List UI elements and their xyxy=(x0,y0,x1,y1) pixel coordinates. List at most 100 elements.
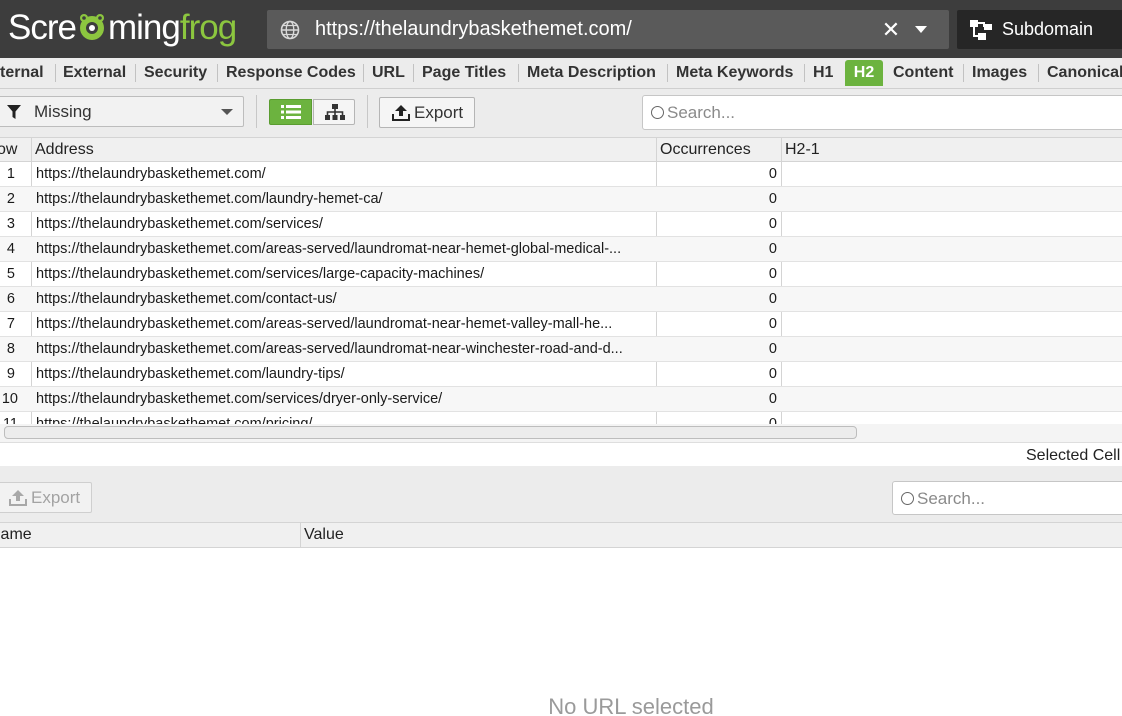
horizontal-scrollbar[interactable] xyxy=(0,424,1122,442)
tab-divider xyxy=(518,64,519,82)
occurrences-cell: 0 xyxy=(768,216,777,232)
upload-icon xyxy=(392,105,410,121)
tab-images[interactable]: Images xyxy=(967,60,1032,86)
chevron-down-icon[interactable] xyxy=(915,26,927,33)
tab-meta-description[interactable]: Meta Description xyxy=(522,60,661,86)
table-header: ow Address Occurrences H2-1 xyxy=(0,137,1122,162)
table-row[interactable]: 3 https://thelaundrybaskethemet.com/serv… xyxy=(0,212,1122,237)
h2-cell xyxy=(786,237,1116,261)
occurrences-cell: 0 xyxy=(768,241,777,257)
h2-cell xyxy=(786,262,1116,286)
row-number: 5 xyxy=(6,266,15,282)
tab-canonical[interactable]: Canonical xyxy=(1042,60,1122,86)
crawl-mode-button[interactable]: Subdomain xyxy=(957,10,1122,49)
scrollbar-thumb[interactable] xyxy=(4,426,857,439)
filter-icon xyxy=(7,105,21,119)
toolbar-divider xyxy=(256,95,257,128)
h2-cell xyxy=(786,162,1116,186)
h2-cell xyxy=(786,387,1116,411)
tab-divider xyxy=(963,64,964,82)
table-toolbar: Missing Export xyxy=(0,89,1122,137)
column-header-name[interactable]: lame xyxy=(0,523,287,547)
column-divider xyxy=(300,523,301,548)
tab-h1[interactable]: H1 xyxy=(808,60,838,86)
tab-divider xyxy=(363,64,364,82)
globe-icon xyxy=(280,20,300,40)
address-cell: https://thelaundrybaskethemet.com/ xyxy=(36,166,266,182)
tree-view-button[interactable] xyxy=(313,99,355,125)
details-export-label: Export xyxy=(31,488,81,507)
tab-meta-keywords[interactable]: Meta Keywords xyxy=(671,60,798,86)
occurrences-cell: 0 xyxy=(768,191,777,207)
address-cell: https://thelaundrybaskethemet.com/contac… xyxy=(36,291,337,307)
tab-security[interactable]: Security xyxy=(139,60,212,86)
filter-dropdown[interactable]: Missing xyxy=(0,96,244,127)
table-row[interactable]: 6 https://thelaundrybaskethemet.com/cont… xyxy=(0,287,1122,312)
tab-page-titles[interactable]: Page Titles xyxy=(417,60,511,86)
search-input[interactable] xyxy=(667,100,967,125)
row-number: 9 xyxy=(6,366,15,382)
h2-cell xyxy=(786,212,1116,236)
column-header-occurrences[interactable]: Occurrences xyxy=(660,138,778,162)
table-row[interactable]: 7 https://thelaundrybaskethemet.com/area… xyxy=(0,312,1122,337)
tab-url[interactable]: URL xyxy=(367,60,410,86)
search-box[interactable] xyxy=(642,95,1122,130)
close-icon[interactable]: ✕ xyxy=(879,10,903,49)
row-number: 3 xyxy=(6,216,15,232)
url-input[interactable]: https://thelaundrybaskethemet.com/ xyxy=(315,10,632,49)
column-header-row[interactable]: ow xyxy=(0,138,27,162)
h2-cell xyxy=(786,362,1116,386)
details-export-button[interactable]: Export xyxy=(0,482,92,513)
table-row[interactable]: 9 https://thelaundrybaskethemet.com/laun… xyxy=(0,362,1122,387)
occurrences-cell: 0 xyxy=(768,316,777,332)
search-icon xyxy=(651,106,664,119)
row-number: 8 xyxy=(6,341,15,357)
empty-state-message: No URL selected xyxy=(548,694,714,716)
tab-internal[interactable]: ternal xyxy=(0,60,49,86)
tab-divider xyxy=(413,64,414,82)
address-cell: https://thelaundrybaskethemet.com/laundr… xyxy=(36,191,383,207)
row-number: 7 xyxy=(6,316,15,332)
table-row[interactable]: 5 https://thelaundrybaskethemet.com/serv… xyxy=(0,262,1122,287)
occurrences-cell: 0 xyxy=(768,266,777,282)
address-cell: https://thelaundrybaskethemet.com/laundr… xyxy=(36,366,345,382)
tree-icon xyxy=(325,104,345,120)
occurrences-cell: 0 xyxy=(768,391,777,407)
address-cell: https://thelaundrybaskethemet.com/areas-… xyxy=(36,241,622,257)
row-number: 11 xyxy=(2,416,18,424)
row-number: 10 xyxy=(1,391,18,407)
tab-external[interactable]: External xyxy=(58,60,131,86)
details-search-box[interactable] xyxy=(892,481,1122,515)
column-header-h2-1[interactable]: H2-1 xyxy=(785,138,985,162)
h2-cell xyxy=(786,337,1116,361)
details-search-input[interactable] xyxy=(917,486,1117,511)
column-header-value[interactable]: Value xyxy=(304,523,704,547)
address-cell: https://thelaundrybaskethemet.com/areas-… xyxy=(36,316,613,332)
tab-response-codes[interactable]: Response Codes xyxy=(221,60,361,86)
column-header-address[interactable]: Address xyxy=(35,138,645,162)
results-table: ow Address Occurrences H2-1 1 https://th… xyxy=(0,137,1122,424)
table-row[interactable]: 10 https://thelaundrybaskethemet.com/ser… xyxy=(0,387,1122,412)
address-cell: https://thelaundrybaskethemet.com/areas-… xyxy=(36,341,623,357)
address-cell: https://thelaundrybaskethemet.com/pricin… xyxy=(36,416,313,424)
occurrences-cell: 0 xyxy=(768,291,777,307)
logo-text-3: frog xyxy=(179,8,237,47)
logo-text-2: ming xyxy=(107,8,181,47)
list-view-button[interactable] xyxy=(269,99,312,125)
occurrences-cell: 0 xyxy=(768,366,777,382)
row-number: 6 xyxy=(6,291,15,307)
logo-frog-icon xyxy=(79,14,104,40)
table-row[interactable]: 2 https://thelaundrybaskethemet.com/laun… xyxy=(0,187,1122,212)
filter-value: Missing xyxy=(34,102,92,121)
tab-h2[interactable]: H2 xyxy=(845,60,883,86)
address-cell: https://thelaundrybaskethemet.com/servic… xyxy=(36,391,443,407)
table-row[interactable]: 8 https://thelaundrybaskethemet.com/area… xyxy=(0,337,1122,362)
details-table-header: lame Value xyxy=(0,522,1122,548)
table-row[interactable]: 11 https://thelaundrybaskethemet.com/pri… xyxy=(0,412,1122,424)
table-row[interactable]: 4 https://thelaundrybaskethemet.com/area… xyxy=(0,237,1122,262)
app-header: Scre mingfrog https://thelaundrybaskethe… xyxy=(0,0,1122,58)
table-row[interactable]: 1 https://thelaundrybaskethemet.com/ 0 xyxy=(0,162,1122,187)
tab-content[interactable]: Content xyxy=(888,60,958,86)
url-bar[interactable]: https://thelaundrybaskethemet.com/ ✕ xyxy=(267,10,949,49)
export-button[interactable]: Export xyxy=(379,97,475,128)
